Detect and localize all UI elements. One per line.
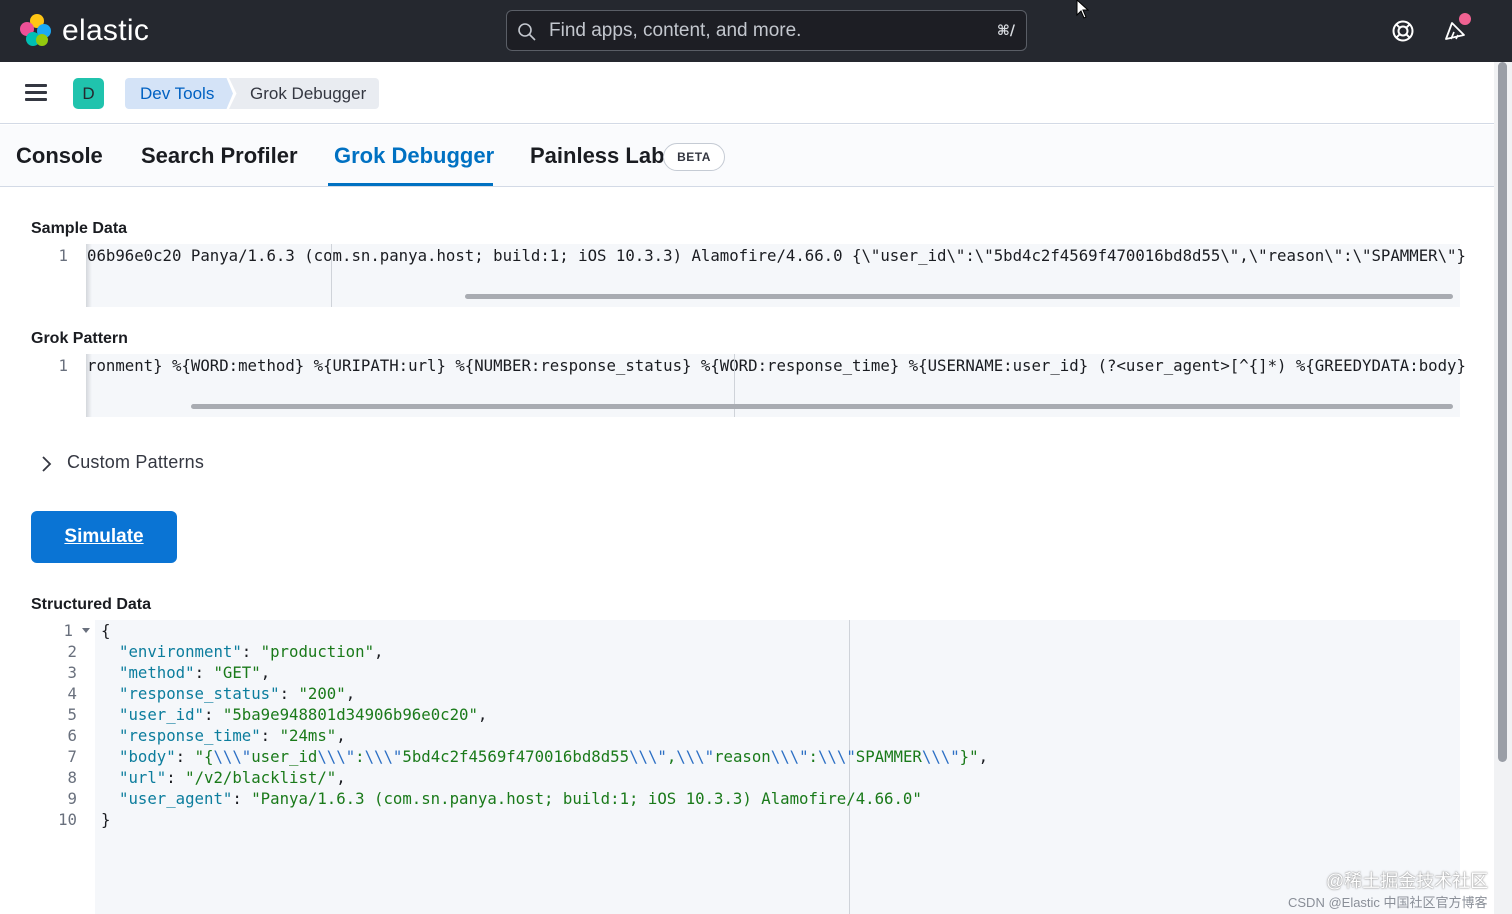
code-line: { [101,621,111,640]
tab-grok-debugger[interactable]: Grok Debugger [334,125,494,187]
space-avatar[interactable]: D [73,78,104,109]
help-icon[interactable] [1391,19,1415,43]
grok-pattern-text[interactable]: ronment} %{WORD:method} %{URIPATH:url} %… [87,356,1466,375]
json-colon: : [204,705,223,724]
line-number: 7 [67,747,77,766]
print-margin [849,620,850,914]
tab-search-profiler[interactable]: Search Profiler [141,125,298,187]
custom-patterns-toggle[interactable]: Custom Patterns [67,452,204,473]
elastic-logo-icon[interactable] [20,14,54,48]
json-value: "GET" [213,663,261,682]
line-number: 10 [58,810,77,829]
code-line: "user_id": "5ba9e948801d34906b96e0c20", [119,705,487,724]
code-line: "response_time": "24ms", [119,726,346,745]
json-value: "200" [298,684,346,703]
json-comma: , [336,768,346,787]
mouse-cursor-icon [1076,0,1090,19]
line-number: 1 [63,621,73,640]
simulate-button[interactable]: Simulate [31,511,177,563]
line-number: 1 [58,246,68,265]
grok-pattern-editor[interactable]: 1 ronment} %{WORD:method} %{URIPATH:url}… [31,354,1466,417]
json-key: "body" [119,747,176,766]
json-value: "/v2/blacklist/" [185,768,337,787]
line-number: 4 [67,684,77,703]
line-number: 2 [67,642,77,661]
code-line: } [101,810,111,829]
watermark: @稀土掘金技术社区 [1326,871,1489,891]
beta-badge: BETA [663,143,725,171]
search-shortcut: ⌘/ [996,23,1015,39]
code-line: "environment": "production", [119,642,383,661]
structured-data-label: Structured Data [31,596,152,613]
code-line: "body": "{\\\"user_id\\\":\\\"5bd4c2f456… [119,747,988,766]
hamburger-menu-icon[interactable] [25,84,47,102]
sample-data-label: Sample Data [31,220,128,237]
code-line: "user_agent": "Panya/1.6.3 (com.sn.panya… [119,789,922,808]
json-colon: : [260,726,280,745]
line-number: 1 [58,356,68,375]
page-scrollbar[interactable] [1494,62,1512,914]
json-comma: , [477,705,488,724]
editor-gutter: 1 [31,354,86,417]
json-value: "{\\\"user_id\\\":\\\"5bd4c2f4569f470016… [194,747,979,766]
search-input[interactable]: Find apps, content, and more. [549,20,801,42]
brand-name[interactable]: elastic [62,14,149,48]
json-key: "response_status" [119,684,280,703]
json-colon: : [175,747,195,766]
fold-arrow-icon[interactable] [82,628,90,633]
json-comma: , [978,747,989,766]
print-margin [331,244,332,307]
editor-gutter: 1 2 3 4 5 6 7 8 9 10 [31,620,95,914]
json-value: "24ms" [279,726,337,745]
breadcrumb-grok-debugger: Grok Debugger [229,78,379,109]
line-number: 5 [67,705,77,724]
line-number: 9 [67,789,77,808]
tab-console[interactable]: Console [16,125,103,187]
breadcrumb-dev-tools[interactable]: Dev Tools [125,78,233,109]
json-colon: : [232,789,252,808]
notification-badge [1459,13,1471,25]
json-key: "method" [119,663,195,682]
watermark-caption: CSDN @Elastic 中国社区官方博客 [1288,895,1488,910]
chevron-right-icon[interactable] [40,455,52,473]
json-key: "user_agent" [119,789,233,808]
tab-painless-lab[interactable]: Painless Lab [530,125,665,187]
json-key: "user_id" [119,705,205,724]
json-value: "Panya/1.6.3 (com.sn.panya.host; build:1… [251,789,922,808]
code-line: "method": "GET", [119,663,270,682]
global-search[interactable]: Find apps, content, and more. ⌘/ [506,10,1027,51]
json-comma: , [260,663,271,682]
json-colon: : [194,663,214,682]
json-colon: : [166,768,186,787]
json-colon: : [241,642,261,661]
code-line: "url": "/v2/blacklist/", [119,768,346,787]
line-number: 3 [67,663,77,682]
json-value: "5ba9e948801d34906b96e0c20" [222,705,478,724]
line-number: 8 [67,768,77,787]
json-key: "url" [119,768,167,787]
line-number: 6 [67,726,77,745]
editor-gutter: 1 [31,244,86,307]
json-comma: , [345,684,356,703]
structured-data-output[interactable]: 1 2 3 4 5 6 7 8 9 10 { "environment": "production"… [31,620,1460,914]
sample-data-text[interactable]: 06b96e0c20 Panya/1.6.3 (com.sn.panya.hos… [87,246,1466,265]
top-header: elastic Find apps, content, and more. ⌘/ [0,0,1512,62]
sample-data-hscrollbar[interactable] [465,294,1453,299]
active-tab-indicator [328,183,493,186]
json-key: "environment" [119,642,242,661]
sample-data-editor[interactable]: 1 06b96e0c20 Panya/1.6.3 (com.sn.panya.h… [31,244,1466,307]
json-comma: , [336,726,346,745]
breadcrumb-bar: D Dev Tools Grok Debugger [0,62,1494,124]
json-colon: : [279,684,299,703]
search-icon [518,23,536,41]
dev-tools-tabs: Console Search Profiler Grok Debugger Pa… [0,125,1494,187]
page-scrollbar-thumb[interactable] [1498,62,1507,762]
json-value: "production" [260,642,375,661]
grok-pattern-hscrollbar[interactable] [191,404,1453,409]
code-line: "response_status": "200", [119,684,355,703]
json-key: "response_time" [119,726,261,745]
json-comma: , [374,642,384,661]
grok-pattern-label: Grok Pattern [31,330,128,347]
